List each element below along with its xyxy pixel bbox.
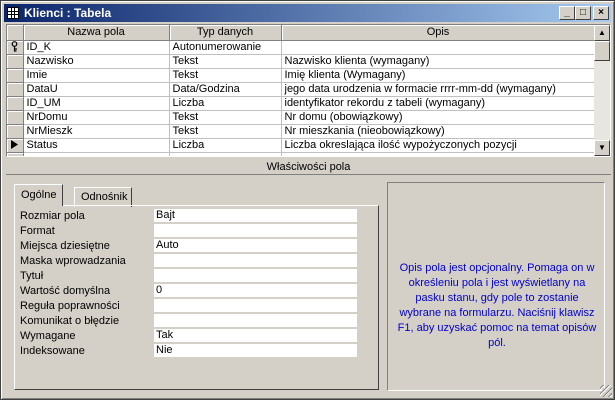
property-label: Wymagane	[20, 330, 76, 342]
row-selector[interactable]	[7, 54, 24, 69]
row-selector[interactable]	[7, 68, 24, 83]
cell-field-name[interactable]: Nazwisko	[23, 54, 170, 69]
property-label: Reguła poprawności	[20, 300, 120, 312]
row-selector[interactable]	[7, 96, 24, 111]
property-value[interactable]: 0	[154, 284, 357, 297]
property-row: Rozmiar pola Bajt	[20, 209, 357, 224]
row-selector-header	[7, 25, 24, 41]
cell-data-type[interactable]: Autonumerowanie	[169, 40, 282, 55]
cell-description[interactable]: Nr domu (obowiązkowy)	[281, 110, 596, 125]
property-row: Indeksowane Nie	[20, 344, 357, 359]
field-properties-title: Właściwości pola	[6, 161, 611, 175]
cell-data-type[interactable]	[169, 152, 282, 156]
property-value[interactable]	[154, 299, 357, 312]
property-value[interactable]: Auto	[154, 239, 357, 252]
property-label: Rozmiar pola	[20, 210, 85, 222]
property-value[interactable]: Tak	[154, 329, 357, 342]
cell-data-type[interactable]: Data/Godzina	[169, 82, 282, 97]
current-row-arrow-icon[interactable]	[7, 138, 24, 153]
cell-field-name[interactable]: Imie	[23, 68, 170, 83]
cell-description[interactable]: Nr mieszkania (nieobowiązkowy)	[281, 124, 596, 139]
cell-description[interactable]	[281, 40, 596, 55]
resize-grip-icon[interactable]	[600, 385, 612, 397]
cell-data-type[interactable]: Tekst	[169, 110, 282, 125]
row-selector[interactable]	[7, 124, 24, 139]
property-value[interactable]: Nie	[154, 344, 357, 357]
property-label: Wartość domyślna	[20, 285, 111, 297]
field-table: Nazwa pola Typ danych Opis ID_K Autonumer…	[7, 25, 596, 156]
cell-description[interactable]: jego data urodzenia w formacie rrrr-mm-d…	[281, 82, 596, 97]
cell-data-type[interactable]: Tekst	[169, 124, 282, 139]
maximize-button[interactable]: □	[575, 6, 591, 20]
table-icon	[7, 7, 19, 19]
cell-data-type[interactable]: Liczba	[169, 138, 282, 153]
property-label: Indeksowane	[20, 345, 85, 357]
window-title: Klienci : Tabela	[24, 6, 112, 20]
field-design-grid: Nazwa pola Typ danych Opis ID_K Autonumer…	[6, 24, 611, 157]
property-row: Maska wprowadzania	[20, 254, 357, 269]
close-button[interactable]: ×	[593, 6, 609, 20]
cell-field-name[interactable]: NrDomu	[23, 110, 170, 125]
row-selector[interactable]	[7, 110, 24, 125]
minimize-button[interactable]: _	[559, 6, 575, 20]
property-label: Maska wprowadzania	[20, 255, 126, 267]
cell-field-name[interactable]: Status	[23, 138, 170, 153]
cell-data-type[interactable]: Tekst	[169, 54, 282, 69]
cell-description[interactable]	[281, 152, 596, 156]
cell-data-type[interactable]: Tekst	[169, 68, 282, 83]
property-label: Tytuł	[20, 270, 44, 282]
table-row[interactable]: NrMieszk Tekst Nr mieszkania (nieobowiązko…	[7, 124, 596, 139]
table-row[interactable]: Status Liczba Liczba okreslająca ilość wyp…	[7, 138, 596, 153]
scroll-thumb[interactable]	[594, 41, 610, 61]
table-row[interactable]	[7, 152, 596, 156]
cell-data-type[interactable]: Liczba	[169, 96, 282, 111]
column-header-field-name[interactable]: Nazwa pola	[23, 25, 170, 41]
property-row: Format	[20, 224, 357, 239]
property-row: Komunikat o błędzie	[20, 314, 357, 329]
property-row: Miejsca dziesiętne Auto	[20, 239, 357, 254]
property-value[interactable]	[154, 269, 357, 282]
title-bar[interactable]: Klienci : Tabela _ □ ×	[4, 4, 611, 22]
cell-field-name[interactable]: DataU	[23, 82, 170, 97]
column-header-description[interactable]: Opis	[281, 25, 596, 41]
property-row: Reguła poprawności	[20, 299, 357, 314]
property-value[interactable]	[154, 314, 357, 327]
property-row: Wartość domyślna 0	[20, 284, 357, 299]
cell-description[interactable]: Liczba okreslająca ilość wypożyczonych p…	[281, 138, 596, 153]
grid-vertical-scrollbar[interactable]: ▲ ▼	[594, 25, 610, 156]
property-label: Format	[20, 225, 55, 237]
cell-description[interactable]: Nazwisko klienta (wymagany)	[281, 54, 596, 69]
cell-field-name[interactable]: ID_K	[23, 40, 170, 55]
table-row[interactable]: Imie Tekst Imię klienta (Wymagany)	[7, 68, 596, 83]
property-value[interactable]: Bajt	[154, 209, 357, 222]
tab-general[interactable]: Ogólne	[14, 184, 64, 206]
general-properties-panel: Rozmiar pola Bajt Format Miejsca dziesiętne…	[14, 205, 379, 390]
row-selector[interactable]	[7, 152, 24, 156]
table-row[interactable]: NrDomu Tekst Nr domu (obowiązkowy)	[7, 110, 596, 125]
column-header-data-type[interactable]: Typ danych	[169, 25, 282, 41]
primary-key-icon[interactable]	[7, 40, 24, 55]
property-label: Miejsca dziesiętne	[20, 240, 110, 252]
cell-field-name[interactable]	[23, 152, 170, 156]
cell-field-name[interactable]: NrMieszk	[23, 124, 170, 139]
cell-description[interactable]: Imię klienta (Wymagany)	[281, 68, 596, 83]
property-value[interactable]	[154, 224, 357, 237]
table-row[interactable]: ID_UM Liczba identyfikator rekordu z tabel…	[7, 96, 596, 111]
table-row[interactable]: ID_K Autonumerowanie	[7, 40, 596, 55]
help-text: Opis pola jest opcjonalny. Pomaga on w o…	[397, 262, 597, 349]
tab-lookup[interactable]: Odnośnik	[74, 187, 132, 207]
table-design-window: Klienci : Tabela _ □ × Nazwa pola Typ da…	[0, 0, 615, 400]
row-selector[interactable]	[7, 82, 24, 97]
scroll-down-icon[interactable]: ▼	[594, 140, 610, 156]
cell-field-name[interactable]: ID_UM	[23, 96, 170, 111]
property-label: Komunikat o błędzie	[20, 315, 120, 327]
property-row: Tytuł	[20, 269, 357, 284]
property-value[interactable]	[154, 254, 357, 267]
table-row[interactable]: DataU Data/Godzina jego data urodzenia w f…	[7, 82, 596, 97]
property-row: Wymagane Tak	[20, 329, 357, 344]
scroll-up-icon[interactable]: ▲	[594, 25, 610, 41]
help-panel: Opis pola jest opcjonalny. Pomaga on w o…	[387, 182, 605, 391]
table-row[interactable]: Nazwisko Tekst Nazwisko klienta (wymagany)	[7, 54, 596, 69]
cell-description[interactable]: identyfikator rekordu z tabeli (wymagany…	[281, 96, 596, 111]
